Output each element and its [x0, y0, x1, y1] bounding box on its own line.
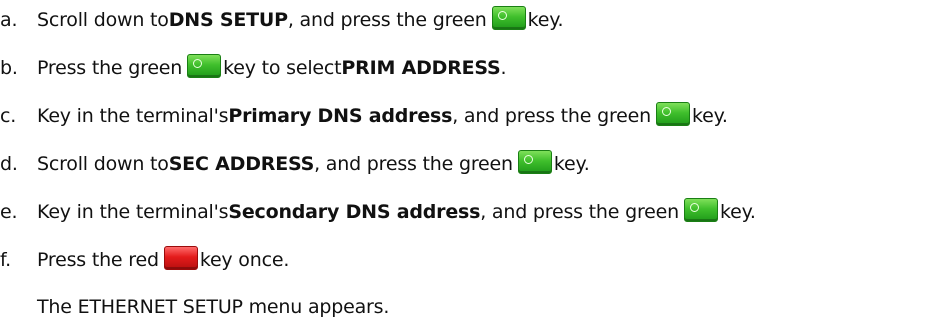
step-text: Press the green key to select PRIM ADDRE…: [37, 50, 507, 86]
step-marker: f.: [0, 249, 11, 271]
step-text: Press the red key once.: [37, 242, 289, 278]
field-name: Secondary DNS address: [228, 201, 481, 223]
menu-name: DNS SETUP: [168, 9, 288, 31]
step-text: Scroll down to SEC ADDRESS, and press th…: [37, 146, 590, 182]
step-text: Scroll down to DNS SETUP, and press the …: [37, 2, 564, 38]
menu-name: SEC ADDRESS: [168, 153, 315, 175]
step-text: Key in the terminal's Secondary DNS addr…: [37, 194, 756, 230]
red-cancel-key-icon: [163, 246, 198, 270]
field-name: Primary DNS address: [228, 105, 453, 127]
step-text: Key in the terminal's Primary DNS addres…: [37, 98, 728, 134]
green-enter-key-icon: [187, 54, 222, 78]
step-marker: b.: [0, 57, 18, 79]
step-marker: a.: [0, 9, 18, 31]
green-enter-key-icon: [491, 6, 526, 30]
green-enter-key-icon: [683, 198, 718, 222]
green-enter-key-icon: [655, 102, 690, 126]
result-note: The ETHERNET SETUP menu appears.: [37, 296, 390, 318]
step-marker: e.: [0, 201, 18, 223]
instruction-list: a. Scroll down to DNS SETUP, and press t…: [0, 0, 932, 333]
step-marker: c.: [0, 105, 17, 127]
step-marker: d.: [0, 153, 18, 175]
menu-name: PRIM ADDRESS: [341, 57, 501, 79]
green-enter-key-icon: [517, 150, 552, 174]
